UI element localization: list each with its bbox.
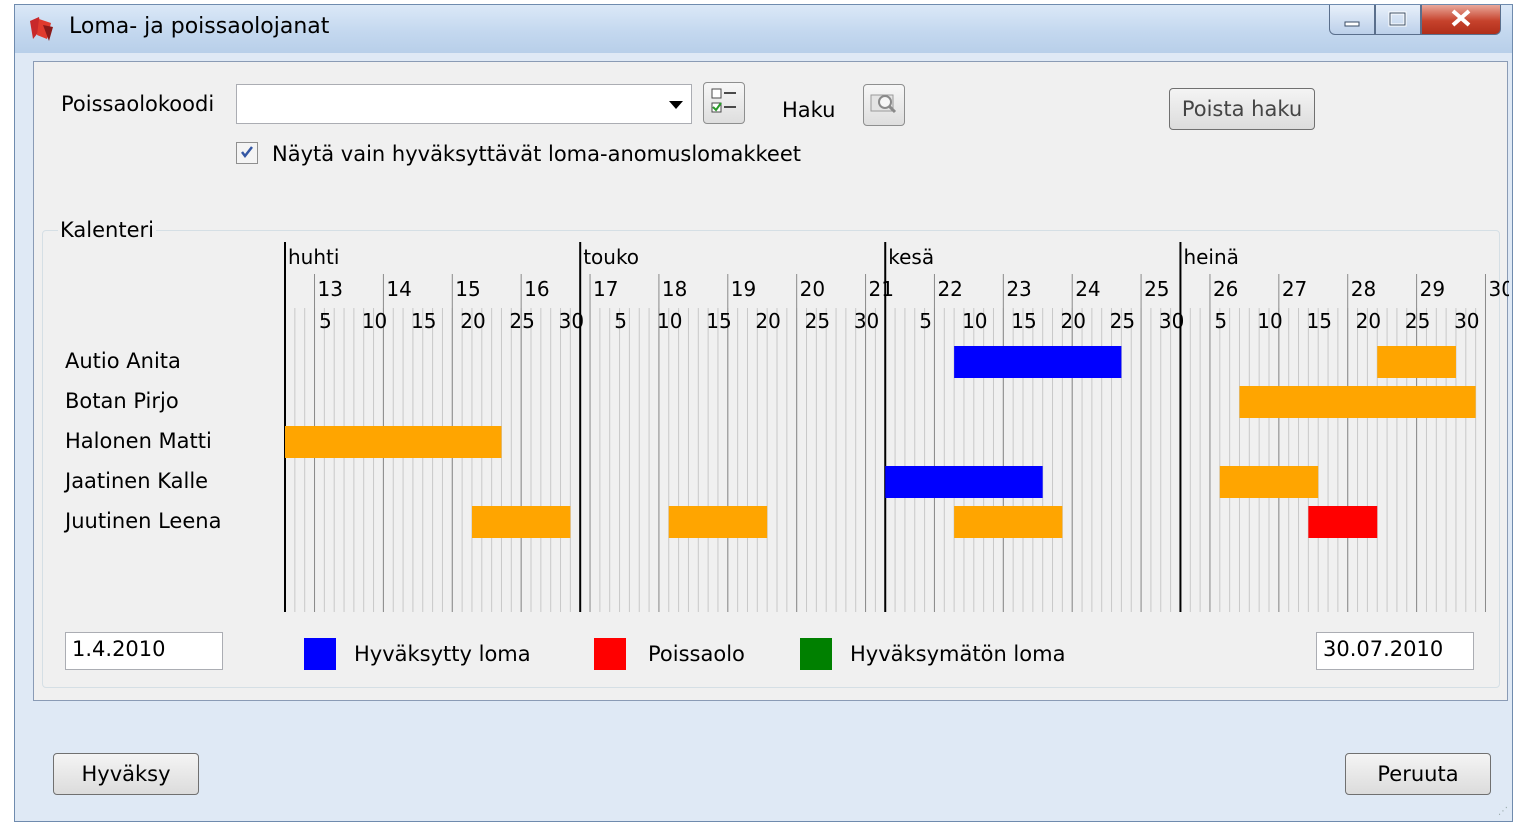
day-tick-label: 5 [1214,309,1227,333]
day-tick-label: 5 [319,309,332,333]
day-tick-label: 30 [559,309,584,333]
title-bar[interactable]: Loma- ja poissaolojanat [15,5,1512,53]
only-approvable-label: Näytä vain hyväksyttävät loma-anomusloma… [272,142,801,166]
window-title: Loma- ja poissaolojanat [69,14,330,39]
week-label: 17 [593,277,618,301]
day-tick-label: 5 [614,309,627,333]
person-name: Botan Pirjo [65,389,179,413]
week-label: 27 [1282,277,1307,301]
clear-search-button[interactable]: Poista haku [1169,88,1315,130]
leave-bar[interactable] [1377,346,1456,378]
person-name: Jaatinen Kalle [63,469,208,493]
chevron-down-icon[interactable] [669,101,683,109]
legend-absence-swatch [594,638,626,670]
day-tick-label: 15 [1306,309,1331,333]
resize-grip-icon[interactable]: ⋰ [1498,806,1508,817]
month-label: touko [583,245,639,269]
legend-approved-swatch [304,638,336,670]
code-list-button[interactable] [703,82,745,124]
week-label: 26 [1213,277,1238,301]
leave-bar[interactable] [668,506,768,538]
week-label: 28 [1351,277,1376,301]
minimize-button[interactable] [1329,5,1375,35]
week-label: 20 [800,277,825,301]
day-tick-label: 20 [755,309,780,333]
day-tick-label: 30 [1454,309,1479,333]
day-tick-label: 30 [1159,309,1184,333]
week-label: 18 [662,277,687,301]
week-label: 23 [1006,277,1031,301]
leave-bar[interactable] [954,506,1063,538]
month-label: huhti [288,245,339,269]
week-label: 29 [1420,277,1445,301]
person-name: Halonen Matti [65,429,212,453]
week-label: 30 [1488,277,1509,301]
checkmark-icon [239,141,255,165]
day-tick-label: 20 [460,309,485,333]
cancel-button[interactable]: Peruuta [1345,753,1491,795]
week-label: 14 [386,277,411,301]
day-tick-label: 25 [1110,309,1135,333]
calendar-group-label: Kalenteri [58,218,156,242]
end-date-field[interactable]: 30.07.2010 [1316,632,1474,670]
legend-unapproved-label: Hyväksymätön loma [850,642,1066,666]
week-label: 21 [869,277,894,301]
day-tick-label: 10 [1257,309,1282,333]
day-tick-label: 10 [362,309,387,333]
app-icon [27,15,55,43]
month-label: heinä [1183,245,1238,269]
week-label: 24 [1075,277,1100,301]
day-tick-label: 25 [805,309,830,333]
day-tick-label: 15 [411,309,436,333]
day-tick-label: 15 [1011,309,1036,333]
day-tick-label: 30 [854,309,879,333]
week-label: 25 [1144,277,1169,301]
leave-bar[interactable] [1239,386,1476,418]
person-name: Juutinen Leena [63,509,221,533]
search-button[interactable] [863,84,905,126]
search-label: Haku [782,98,836,122]
day-tick-label: 25 [1405,309,1430,333]
dialog-client: Poissaolokoodi Haku Poista haku Näytä va… [33,61,1509,701]
minimize-icon [1343,8,1361,32]
day-tick-label: 5 [919,309,932,333]
day-tick-label: 15 [706,309,731,333]
leave-bar[interactable] [285,426,502,458]
start-date-field[interactable]: 1.4.2010 [65,632,223,670]
person-name: Autio Anita [65,349,181,373]
accept-button[interactable]: Hyväksy [53,753,199,795]
dialog-window: Loma- ja poissaolojanat Poissaolokoodi H… [14,4,1513,822]
absence-code-label: Poissaolokoodi [61,92,215,116]
leave-bar[interactable] [1308,506,1378,538]
maximize-icon [1388,8,1408,32]
maximize-button[interactable] [1375,5,1421,35]
leave-bar[interactable] [954,346,1122,378]
leave-bar[interactable] [471,506,571,538]
week-label: 15 [455,277,480,301]
leave-bar[interactable] [885,466,1043,498]
close-icon [1450,8,1472,32]
month-label: kesä [888,245,934,269]
absence-code-combobox[interactable] [236,84,692,124]
day-tick-label: 20 [1060,309,1085,333]
day-tick-label: 10 [657,309,682,333]
week-label: 16 [524,277,549,301]
leave-bar[interactable] [1219,466,1319,498]
legend-unapproved-swatch [800,638,832,670]
day-tick-label: 20 [1356,309,1381,333]
legend-approved-label: Hyväksytty loma [354,642,531,666]
day-tick-label: 25 [509,309,534,333]
day-tick-label: 10 [962,309,987,333]
week-label: 22 [937,277,962,301]
week-label: 19 [731,277,756,301]
only-approvable-checkbox[interactable] [236,142,258,164]
legend-absence-label: Poissaolo [648,642,745,666]
checklist-icon [709,86,739,121]
search-icon [869,89,899,122]
week-label: 13 [318,277,343,301]
close-button[interactable] [1421,5,1501,35]
